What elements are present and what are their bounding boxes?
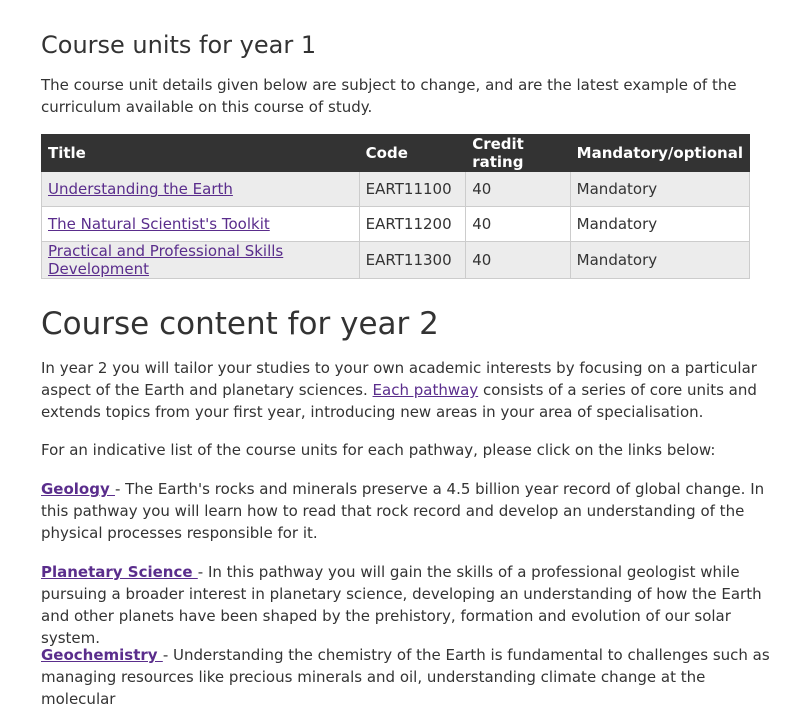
column-header-mandatory: Mandatory/optional bbox=[569, 134, 751, 172]
geology-link[interactable]: Geology bbox=[41, 480, 115, 498]
unit-credit-cell: 40 bbox=[465, 171, 571, 207]
geochemistry-link[interactable]: Geochemistry bbox=[41, 646, 163, 664]
pathway-geology: Geology - The Earth's rocks and minerals… bbox=[41, 478, 771, 544]
table-row: Understanding the Earth EART11100 40 Man… bbox=[41, 171, 751, 207]
column-header-credit: Credit rating bbox=[465, 134, 571, 172]
year2-intro: In year 2 you will tailor your studies t… bbox=[41, 357, 771, 423]
each-pathway-link[interactable]: Each pathway bbox=[373, 381, 479, 399]
planetary-science-link[interactable]: Planetary Science bbox=[41, 563, 198, 581]
unit-credit-cell: 40 bbox=[465, 206, 571, 242]
unit-code-cell: EART11200 bbox=[358, 206, 467, 242]
pathway-list-intro: For an indicative list of the course uni… bbox=[41, 441, 716, 459]
course-units-table: Title Code Credit rating Mandatory/optio… bbox=[41, 134, 751, 279]
geology-description: - The Earth's rocks and minerals preserv… bbox=[41, 480, 765, 542]
unit-title-cell: The Natural Scientist's Toolkit bbox=[41, 206, 360, 242]
unit-title-cell: Practical and Professional Skills Develo… bbox=[41, 241, 360, 279]
year2-heading: Course content for year 2 bbox=[41, 306, 439, 342]
year1-intro: The course unit details given below are … bbox=[41, 76, 737, 116]
table-row: The Natural Scientist's Toolkit EART1120… bbox=[41, 206, 751, 242]
table-row: Practical and Professional Skills Develo… bbox=[41, 241, 751, 279]
year1-heading: Course units for year 1 bbox=[41, 31, 317, 59]
column-header-title: Title bbox=[41, 134, 360, 172]
pathway-planetary-science: Planetary Science - In this pathway you … bbox=[41, 561, 771, 649]
unit-status-cell: Mandatory bbox=[569, 171, 751, 207]
unit-code-cell: EART11100 bbox=[358, 171, 467, 207]
table-header-row: Title Code Credit rating Mandatory/optio… bbox=[41, 134, 751, 172]
pathway-geochemistry: Geochemistry - Understanding the chemist… bbox=[41, 644, 771, 710]
unit-status-cell: Mandatory bbox=[569, 206, 751, 242]
unit-title-link[interactable]: Understanding the Earth bbox=[48, 180, 233, 198]
unit-title-cell: Understanding the Earth bbox=[41, 171, 360, 207]
column-header-code: Code bbox=[358, 134, 467, 172]
unit-code-cell: EART11300 bbox=[358, 241, 467, 279]
unit-title-link[interactable]: The Natural Scientist's Toolkit bbox=[48, 215, 270, 233]
unit-status-cell: Mandatory bbox=[569, 241, 751, 279]
unit-title-link[interactable]: Practical and Professional Skills Develo… bbox=[48, 242, 283, 278]
unit-credit-cell: 40 bbox=[465, 241, 571, 279]
